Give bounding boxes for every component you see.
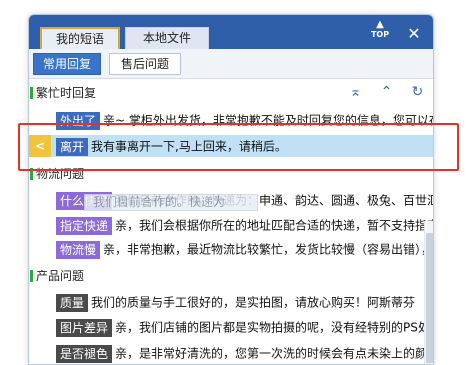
group-marker [30, 270, 33, 282]
tab-my-phrases[interactable]: 我的短语 [40, 27, 120, 49]
tab-common-replies[interactable]: 常用回复 [33, 53, 101, 75]
group-title-label: 繁忙时回复 [36, 86, 97, 100]
drag-preview: 我们目前合作的。快递为 [84, 194, 258, 211]
top-label: TOP [370, 30, 390, 39]
highlight-box [18, 123, 459, 171]
scroll-top-button[interactable]: ▲ TOP [365, 20, 395, 44]
up-arrow-icon: ▲ [376, 19, 384, 30]
group-title-product[interactable]: 产品问题 [29, 266, 433, 286]
list-item[interactable]: 是否褪色 亲，是非常好清洗的，您第一次洗的时候会有点未染上的颜色 [29, 342, 434, 364]
scrollbar-thumb[interactable] [426, 233, 433, 363]
phrase-text: 亲，我们会根据你所在的地址匹配合适的快递，暂不支持指定 [115, 218, 434, 233]
list-toolbar: ⌅ ⌃ ↻ [340, 81, 433, 103]
phrase-text: 亲，非常抱歉，最近物流比较繁忙，发货比较慢（容易出错）， [103, 242, 434, 257]
sub-tabs-bar: 常用回复 售后问题 [29, 49, 433, 79]
phrase-text: 我们的质量与手工很好的，是实拍图，请放心购买！阿斯蒂芬 [91, 295, 416, 310]
phrase-key: 是否褪色 [56, 344, 113, 363]
phrase-key: 物流慢 [56, 240, 101, 259]
phrase-text: 亲，是非常好清洗的，您第一次洗的时候会有点未染上的颜色 [115, 346, 434, 361]
move-up-icon[interactable]: ⌃ [371, 81, 402, 103]
tab-after-sales[interactable]: 售后问题 [109, 53, 181, 75]
list-item[interactable]: 图片差异 亲，我们店铺的图片都是实物拍摄的呢，没有经特别的PS处理 [29, 316, 434, 338]
phrase-key: 指定快递 [56, 216, 113, 235]
close-button[interactable]: ✕ [397, 23, 431, 45]
list-item[interactable]: 质量 我们的质量与手工很好的，是实拍图，请放心购买！阿斯蒂芬 [29, 291, 433, 313]
phrase-key: 图片差异 [56, 318, 113, 337]
refresh-icon[interactable]: ↻ [402, 81, 433, 103]
list-item[interactable]: 指定快递 亲，我们会根据你所在的地址匹配合适的快递，暂不支持指定 [29, 214, 434, 236]
tab-local-files[interactable]: 本地文件 [125, 27, 209, 49]
group-marker [30, 87, 33, 99]
quick-phrase-panel: 我的短语 本地文件 ▲ TOP ✕ 常用回复 售后问题 繁忙时回复 ⌅ ⌃ ↻ … [28, 14, 434, 365]
scrollbar[interactable] [424, 221, 433, 364]
phrase-text: 亲，我们店铺的图片都是实物拍摄的呢，没有经特别的PS处理 [115, 320, 434, 335]
phrase-key: 质量 [56, 293, 89, 312]
panel-header: 我的短语 本地文件 ▲ TOP ✕ [29, 15, 433, 49]
group-title-label: 产品问题 [36, 269, 85, 283]
move-to-top-icon[interactable]: ⌅ [340, 81, 371, 103]
list-item[interactable]: 物流慢 亲，非常抱歉，最近物流比较繁忙，发货比较慢（容易出错）， [29, 238, 434, 260]
